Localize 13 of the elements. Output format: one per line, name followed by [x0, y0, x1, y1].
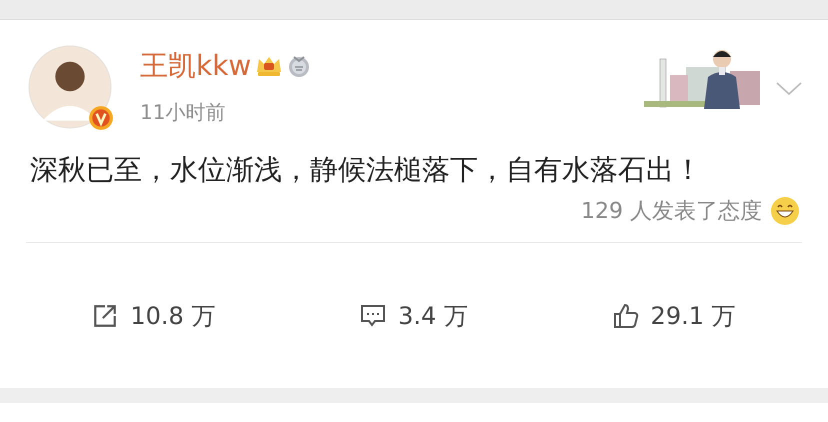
post-text: 深秋已至，水位渐浅，静候法槌落下，自有水落石出！: [30, 152, 703, 188]
reactions-summary[interactable]: 129 人发表了态度: [581, 196, 762, 226]
medal-icon: [287, 54, 312, 78]
repost-button[interactable]: 10.8 万: [82, 296, 226, 336]
comment-icon: [360, 302, 386, 328]
post-time: 11小时前: [140, 99, 226, 126]
like-button[interactable]: 29.1 万: [602, 296, 746, 336]
comment-button[interactable]: 3.4 万: [350, 296, 478, 336]
share-icon: [92, 302, 118, 328]
thumbs-up-icon: [612, 302, 639, 328]
avatar-icon[interactable]: [28, 45, 112, 129]
author-name[interactable]: 王凯kkw: [140, 47, 252, 85]
grin-emoji-icon: [770, 196, 800, 226]
